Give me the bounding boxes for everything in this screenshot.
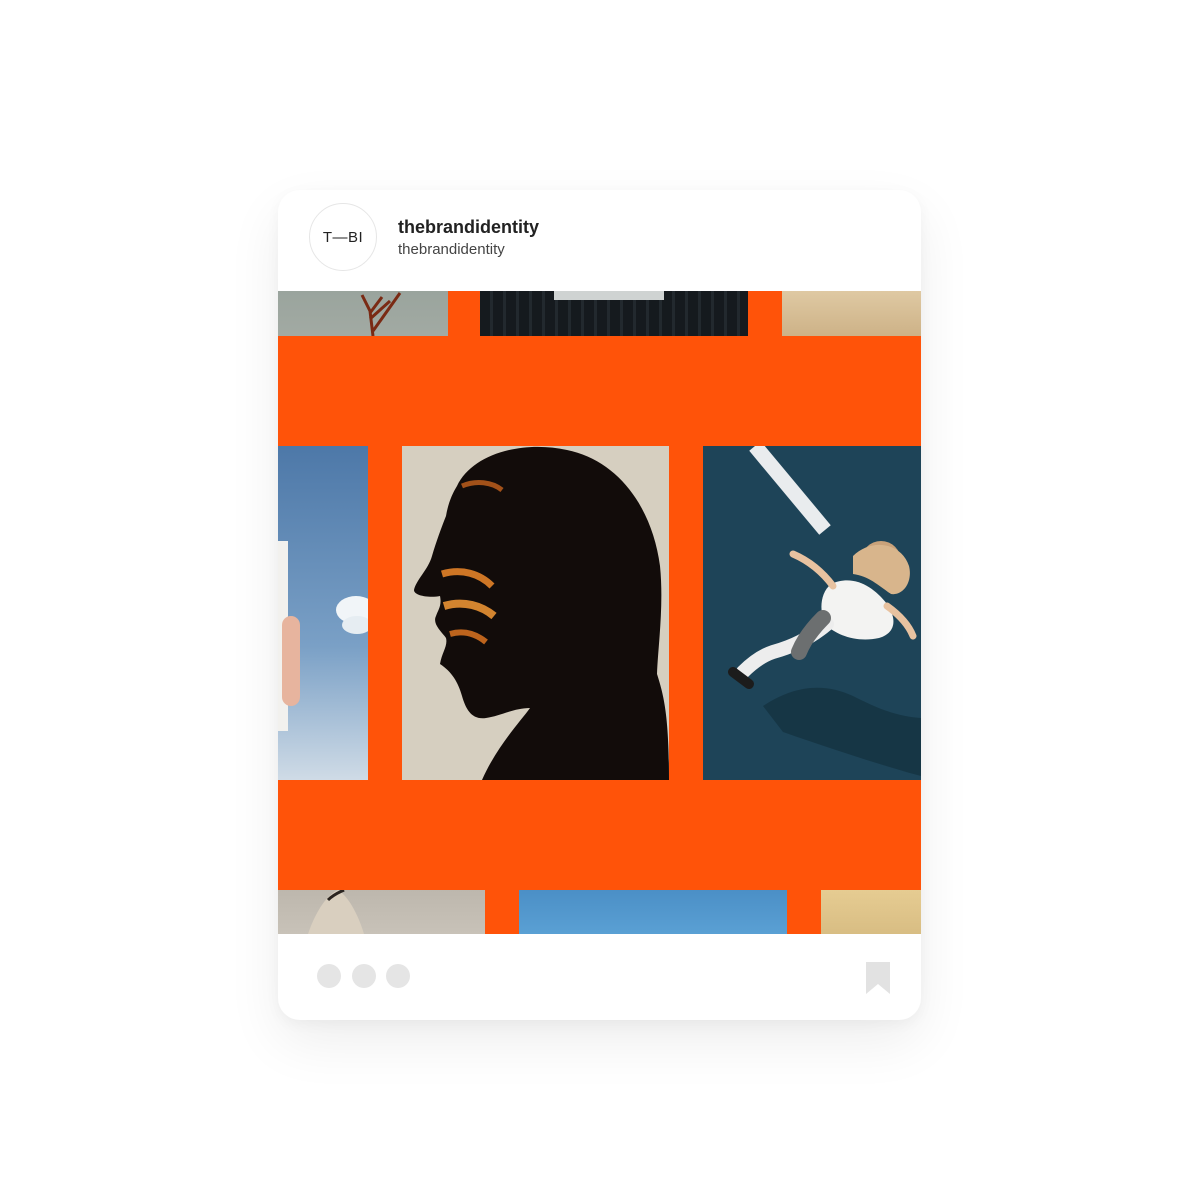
avatar[interactable]: T—BI <box>309 203 377 271</box>
photo-figure-bottom <box>278 890 485 934</box>
post-card: T—BI thebrandidentity thebrandidentity <box>278 190 921 1020</box>
post-footer <box>278 934 921 1020</box>
username[interactable]: thebrandidentity <box>398 217 539 238</box>
carousel-dot-icon[interactable] <box>352 964 376 988</box>
photo-branches-top <box>278 291 448 336</box>
carousel-dot-icon[interactable] <box>386 964 410 988</box>
photo-dark-top <box>480 291 748 336</box>
avatar-text: T—BI <box>322 228 364 246</box>
photo-sand-top <box>782 291 921 336</box>
carousel-dot-icon[interactable] <box>317 964 341 988</box>
post-image[interactable] <box>278 291 921 934</box>
photo-sky-hand <box>278 446 368 780</box>
photo-runner <box>703 446 921 780</box>
photo-sand-bottom <box>821 890 921 934</box>
subname: thebrandidentity <box>398 241 505 258</box>
photo-profile-silhouette <box>402 446 669 780</box>
bookmark-icon[interactable] <box>864 962 892 994</box>
photo-sky-bottom <box>519 890 787 934</box>
post-header: T—BI thebrandidentity thebrandidentity <box>278 190 921 291</box>
